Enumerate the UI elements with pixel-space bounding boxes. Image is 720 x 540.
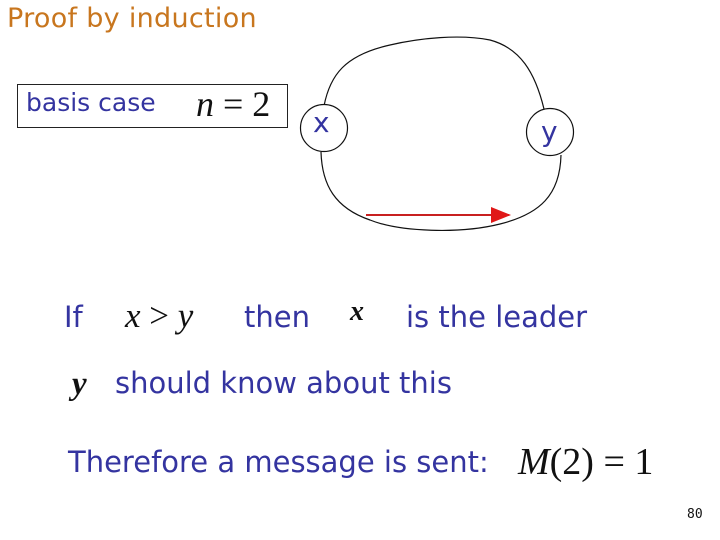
if-label: If <box>64 300 83 334</box>
line2-text: should know about this <box>115 366 452 400</box>
message-count-math: M(2) = 1 <box>518 440 653 484</box>
node-x-label: x <box>313 106 330 139</box>
node-y-label: y <box>541 115 558 148</box>
math-M: M <box>518 441 550 483</box>
condition-math: x > y <box>125 296 193 336</box>
ring-edge-bottom <box>320 151 562 231</box>
line2-var: y <box>72 366 87 402</box>
leader-text: is the leader <box>406 300 588 334</box>
math-gt: > <box>140 296 178 335</box>
slide: Proof by induction basis case n = 2 x y … <box>0 0 720 540</box>
math-x: x <box>125 296 141 335</box>
leader-var: x <box>350 296 364 327</box>
then-label: then <box>244 300 310 334</box>
ring-edge-top <box>323 36 545 110</box>
math-y: y <box>177 296 194 335</box>
line3-text: Therefore a message is sent: <box>68 445 489 479</box>
page-number: 80 <box>687 507 703 522</box>
math-2-eq-1: (2) = 1 <box>549 441 654 483</box>
